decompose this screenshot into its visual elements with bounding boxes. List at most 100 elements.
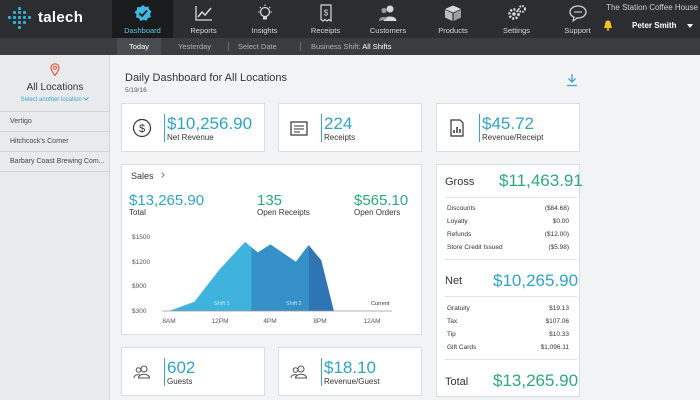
tab-select-date[interactable]: Select Date (238, 38, 277, 55)
loyalty-value: $0.00 (552, 218, 569, 225)
y-tick-label: $1500 (132, 234, 150, 241)
shift-annotation: Shift 2 (286, 301, 302, 307)
gross-label: Gross (445, 176, 475, 188)
location-item[interactable]: Vertigo (0, 112, 110, 132)
user-menu-caret-icon[interactable] (687, 24, 693, 28)
nav-dashboard[interactable]: Dashboard (112, 0, 173, 38)
location-pin-icon (50, 63, 60, 76)
bell-icon[interactable] (603, 20, 613, 31)
shift-value: All Shifts (362, 42, 392, 51)
shift-annotation: Shift 1 (214, 301, 230, 307)
guests-value: 602 (167, 358, 196, 377)
customers-icon (379, 5, 397, 21)
divider (445, 359, 577, 360)
tip-label: Tip (447, 331, 456, 338)
x-tick-label: 12PM (212, 318, 229, 325)
y-tick-label: $300 (132, 308, 147, 315)
net-revenue-value: $10,256.90 (167, 114, 253, 133)
nav-label: Support (564, 26, 591, 35)
nav-customers[interactable]: Customers (356, 0, 420, 38)
page-title: Daily Dashboard for All Locations (125, 72, 287, 84)
revenue-per-receipt-card[interactable]: $45.72 Revenue/Receipt (436, 103, 580, 152)
brand-name: talech (38, 9, 84, 26)
divider (479, 114, 480, 142)
nav-label: Reports (190, 26, 217, 35)
nav-settings[interactable]: Settings (486, 0, 547, 38)
gears-icon (507, 5, 526, 20)
discounts-label: Discounts (447, 205, 476, 212)
page-title-main: Daily Dashboard (125, 72, 207, 84)
sales-card: Sales $13,265.90 Total 135 Open Receipts… (121, 164, 422, 335)
receipts-card[interactable]: 224 Receipts (278, 103, 422, 152)
net-label: Net (445, 275, 463, 287)
location-title: All Locations (26, 82, 84, 93)
main-nav: Dashboard Reports Insights $ Receipts Cu… (112, 0, 608, 38)
dollar-circle-icon: $ (132, 118, 152, 137)
divider (321, 114, 322, 142)
receipt-chart-icon (450, 118, 464, 137)
location-header: All Locations Select another location (0, 55, 110, 112)
select-location-link[interactable]: Select another location (0, 97, 110, 103)
gift-cards-label: Gift Cards (447, 344, 477, 351)
x-tick-label: 8PM (313, 318, 326, 325)
divider (445, 197, 577, 198)
nav-products[interactable]: Products (420, 0, 486, 38)
receipts-value: 224 (324, 114, 353, 133)
revenue-per-receipt-label: Revenue/Receipt (482, 133, 544, 142)
guests-label: Guests (167, 377, 193, 386)
divider (164, 358, 165, 386)
net-revenue-label: Net Revenue (167, 133, 214, 142)
date-filter-bar: Today Yesterday Select Date Business Shi… (0, 38, 700, 55)
tab-yesterday[interactable]: Yesterday (178, 38, 211, 55)
gratuity-value: $19.13 (549, 305, 569, 312)
nav-label: Settings (502, 26, 531, 35)
user-name[interactable]: Peter Smith (632, 21, 676, 30)
dashboard-date: 5/19/16 (125, 87, 147, 94)
dashboard-check-icon (134, 5, 151, 21)
business-shift-selector[interactable]: Business Shift: All Shifts (311, 38, 391, 55)
store-credit-value: ($5.98) (548, 244, 569, 251)
y-tick-label: $1200 (132, 259, 150, 266)
divider (228, 42, 229, 51)
divider (445, 259, 577, 260)
download-icon[interactable] (566, 73, 578, 87)
receipts-label: Receipts (324, 133, 356, 142)
guests-card[interactable]: 602 Guests (121, 347, 265, 396)
revenue-per-guest-label: Revenue/Guest (324, 377, 380, 386)
nav-label: Dashboard (124, 26, 161, 35)
chat-bubble-icon (568, 5, 587, 22)
tab-today[interactable]: Today (117, 38, 162, 55)
chevron-down-icon (83, 97, 90, 101)
x-tick-label: 4PM (263, 318, 276, 325)
nav-label: Products (438, 26, 468, 35)
divider (445, 296, 577, 297)
shift-label: Business Shift: (311, 42, 361, 51)
total-value: $13,265.90 (493, 371, 579, 390)
nav-reports[interactable]: Reports (173, 0, 234, 38)
total-label: Total (445, 376, 469, 388)
nav-insights[interactable]: Insights (234, 0, 295, 38)
revenue-per-guest-card[interactable]: $18.10 Revenue/Guest (278, 347, 422, 396)
talech-logo[interactable]: talech (6, 5, 110, 33)
x-tick-label: 8AM (162, 318, 175, 325)
register-icon (290, 120, 308, 136)
loyalty-label: Loyalty (447, 218, 468, 225)
svg-text:$: $ (139, 123, 145, 135)
receipt-dollar-icon: $ (319, 4, 332, 22)
revenue-summary-card: Gross $11,463.91 Discounts ($84.68) Loya… (436, 164, 583, 397)
nav-label: Receipts (310, 26, 341, 35)
nav-label: Insights (251, 26, 278, 35)
dashboard-header: Daily Dashboard for All Locations 5/19/1… (110, 55, 600, 100)
nav-receipts[interactable]: $ Receipts (295, 0, 356, 38)
location-item[interactable]: Hitchcock's Corner (0, 132, 110, 152)
select-location-label: Select another location (20, 97, 82, 103)
tip-value: $10.33 (549, 331, 569, 338)
y-tick-label: $900 (132, 283, 147, 290)
box-icon (445, 5, 461, 21)
tax-value: $107.06 (545, 318, 570, 325)
sales-area-chart[interactable]: $1500 $1200 $900 $300 Shift 1 Shift 2 Cu… (122, 165, 421, 334)
net-revenue-card[interactable]: $ $10,256.90 Net Revenue (121, 103, 265, 152)
location-sidebar: All Locations Select another location Ve… (0, 55, 110, 400)
location-item[interactable]: Barbary Coast Brewing Com... (0, 152, 110, 172)
revenue-per-receipt-value: $45.72 (482, 114, 534, 133)
